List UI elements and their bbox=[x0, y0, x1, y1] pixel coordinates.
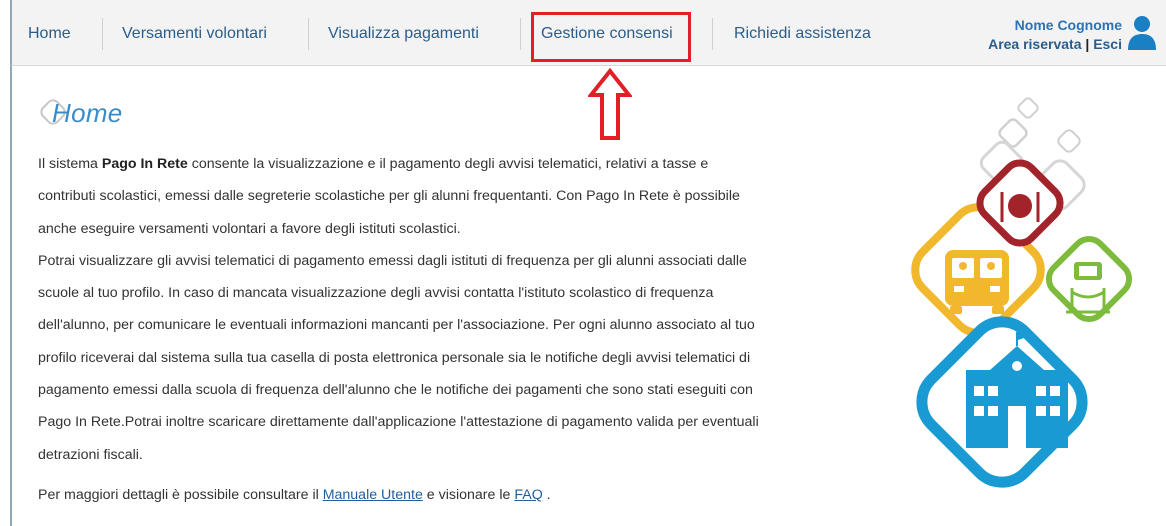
nav-item-visualizza-pagamenti[interactable]: Visualizza pagamenti bbox=[328, 0, 479, 66]
nav-separator bbox=[308, 18, 309, 50]
school-bus-icon bbox=[945, 250, 1009, 314]
footer-prefix: Per maggiori dettagli è possibile consul… bbox=[38, 486, 323, 503]
nav-item-richiedi-assistenza[interactable]: Richiedi assistenza bbox=[734, 0, 871, 66]
school-services-illustration bbox=[911, 97, 1133, 488]
avatar-icon[interactable] bbox=[1126, 14, 1158, 50]
intro-prefix: Il sistema bbox=[38, 156, 102, 172]
footer-mid: e visionare le bbox=[422, 486, 515, 503]
decor-diamond bbox=[1057, 129, 1081, 153]
info-line-4: Potrai visualizzare gli avvisi telematic… bbox=[38, 252, 747, 269]
intro-line-2: contributi scolastici, emessi dalle segr… bbox=[38, 188, 740, 205]
content-frame-border bbox=[10, 66, 12, 526]
info-line-7: profilo riceverai dal sistema sulla tua … bbox=[38, 349, 751, 366]
nav-separator bbox=[712, 18, 713, 50]
highlight-box bbox=[531, 12, 691, 62]
logout-link[interactable]: Esci bbox=[1093, 36, 1122, 52]
nav-separator bbox=[102, 18, 103, 50]
nav-item-versamenti-volontari[interactable]: Versamenti volontari bbox=[122, 0, 267, 66]
page-title: Home bbox=[52, 98, 123, 128]
info-line-6: dell'alunno, per comunicare le eventuali… bbox=[38, 317, 755, 334]
info-line-9: Pago In Rete.Potrai inoltre scaricare di… bbox=[38, 414, 759, 431]
nav-item-home[interactable]: Home bbox=[28, 0, 71, 66]
footer-suffix: . bbox=[542, 486, 551, 503]
info-line-10: detrazioni fiscali. bbox=[38, 446, 143, 463]
decor-diamond bbox=[1017, 97, 1039, 119]
intro-line-3: anche eseguire versamenti volontari a fa… bbox=[38, 220, 461, 237]
info-line-5: scuole al tuo profilo. In caso di mancat… bbox=[38, 285, 714, 302]
faq-link[interactable]: FAQ bbox=[514, 487, 542, 503]
manuale-utente-link[interactable]: Manuale Utente bbox=[323, 487, 423, 503]
intro-rest: consente la visualizzazione e il pagamen… bbox=[187, 156, 709, 172]
up-arrow-icon bbox=[588, 68, 632, 140]
user-links: Area riservata | Esci bbox=[988, 34, 1122, 54]
user-info: Nome Cognome Area riservata | Esci bbox=[988, 16, 1122, 54]
info-line-8: pagamento emessi dalla scuola di frequen… bbox=[38, 382, 753, 399]
user-name[interactable]: Nome Cognome bbox=[988, 16, 1122, 34]
decor-diamond bbox=[998, 118, 1028, 148]
user-links-separator: | bbox=[1081, 36, 1094, 52]
nav-separator bbox=[520, 18, 521, 50]
footer-line: Per maggiori dettagli è possibile consul… bbox=[38, 479, 888, 511]
area-riservata-link[interactable]: Area riservata bbox=[988, 36, 1081, 52]
page-content: Il sistema Pago In Rete consente la visu… bbox=[38, 148, 888, 511]
brand-name: Pago In Rete bbox=[101, 156, 188, 172]
intro-line-1: Il sistema Pago In Rete consente la visu… bbox=[38, 148, 888, 180]
